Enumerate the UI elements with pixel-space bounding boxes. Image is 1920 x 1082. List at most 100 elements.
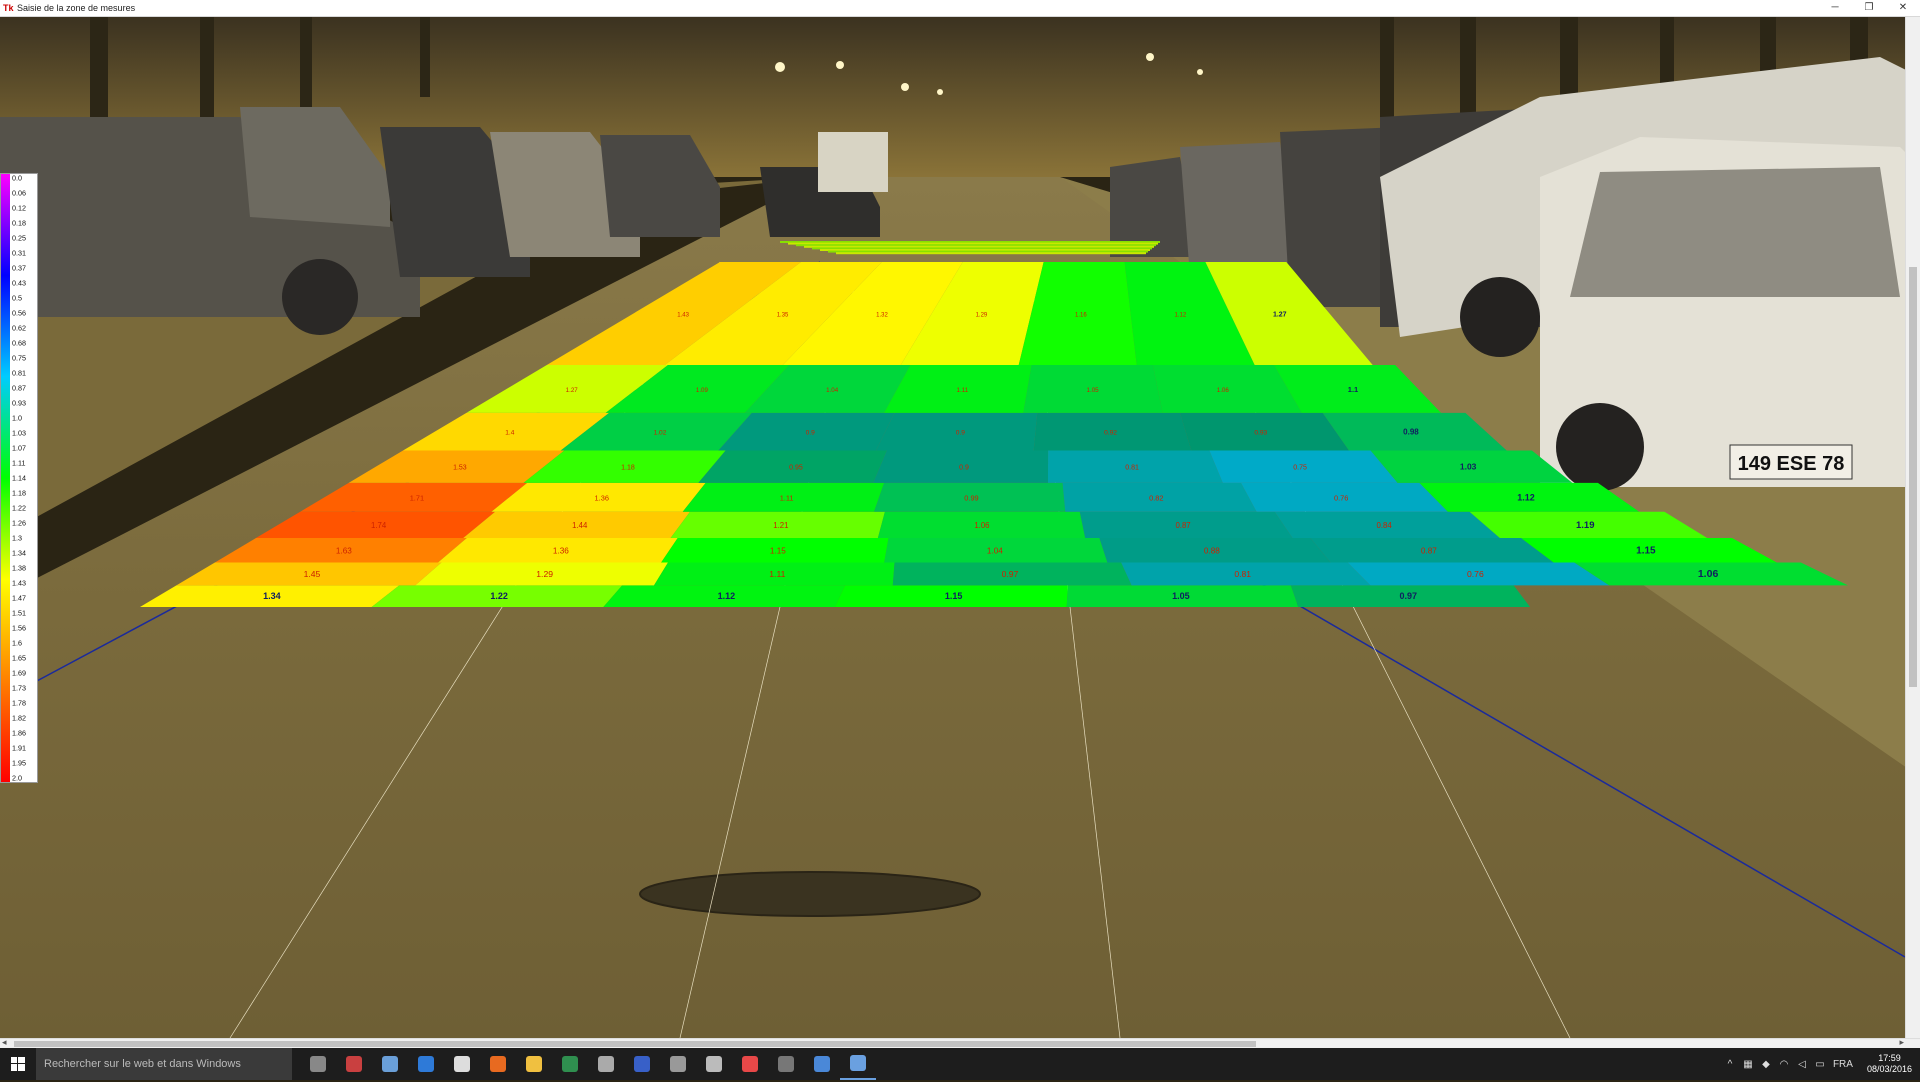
horizontal-scrollbar-thumb[interactable]	[14, 1041, 1256, 1047]
explorer-icon[interactable]	[516, 1048, 552, 1080]
legend-label: 1.38	[12, 563, 26, 573]
heatmap-cell-value: 1.27	[1273, 312, 1287, 319]
heatmap-cell-value: 1.21	[773, 521, 788, 530]
legend-label: 0.93	[12, 398, 26, 408]
task-view-icon[interactable]	[300, 1048, 336, 1080]
tool-app-glyph-icon	[382, 1056, 398, 1072]
legend-label: 1.91	[12, 743, 26, 753]
tray-volume-icon[interactable]: ◁	[1793, 1059, 1811, 1070]
heatmap-cell-value: 1.05	[1087, 387, 1100, 394]
legend-label: 1.0	[12, 413, 22, 423]
paint-icon[interactable]	[732, 1048, 768, 1080]
heatmap-cell-value: 0.9	[959, 465, 969, 472]
heatmap-cell-value: 1.04	[987, 546, 1003, 555]
legend-label: 0.25	[12, 233, 26, 243]
heatmap-cell-value: 0.84	[1377, 521, 1393, 530]
heatmap-cell-value: 1.35	[777, 313, 789, 319]
vertical-scrollbar[interactable]	[1905, 17, 1920, 1038]
task-view-glyph-icon	[310, 1056, 326, 1072]
windows-start-button[interactable]	[0, 1048, 36, 1080]
heatmap-cell-value: 1.09	[696, 387, 709, 394]
tray-network-icon[interactable]: ▦	[1739, 1059, 1757, 1070]
system-tray: ^ ▦ ◆ ◠ ◁ ▭ FRA 17:59 08/03/2016	[1721, 1048, 1912, 1080]
edge-icon[interactable]	[408, 1048, 444, 1080]
heatmap-cell-value: 0.92	[1104, 430, 1117, 437]
close-button[interactable]: ✕	[1886, 0, 1920, 16]
heatmap-cell-value: 1.12	[1174, 313, 1186, 319]
legend-label: 1.03	[12, 428, 26, 438]
safari-glyph-icon	[706, 1056, 722, 1072]
taskbar-clock[interactable]: 17:59 08/03/2016	[1867, 1053, 1912, 1075]
tray-shield-icon[interactable]: ◆	[1757, 1059, 1775, 1070]
printer-icon[interactable]	[660, 1048, 696, 1080]
heatmap-cell-value: 0.97	[1002, 569, 1019, 579]
pdf-app-icon[interactable]	[336, 1048, 372, 1080]
heatmap-cell-value: 0.99	[964, 493, 978, 502]
legend-labels: 0.0 0.06 0.12 0.18 0.25 0.31 0.37 0.43 0.5 0.56 0.…	[10, 173, 37, 783]
vertical-scrollbar-thumb[interactable]	[1909, 267, 1917, 687]
heatmap-cell-value: 1.1	[1348, 385, 1358, 394]
legend-label: 1.26	[12, 518, 26, 528]
heatmap-cell-value: 1.63	[336, 546, 352, 555]
store-icon[interactable]	[444, 1048, 480, 1080]
taskbar-search-input[interactable]: Rechercher sur le web et dans Windows	[36, 1048, 292, 1080]
measurement-canvas[interactable]: 149 ESE 78 1.34 1.22 1.12 1.15 1.05 0.97 1.45 1…	[0, 17, 1920, 1038]
heatmap-cell-value: 1.29	[976, 313, 988, 319]
tray-chevron-icon[interactable]: ^	[1721, 1059, 1739, 1070]
legend-label: 1.34	[12, 548, 26, 558]
legend-label: 1.56	[12, 623, 26, 633]
images-icon[interactable]	[840, 1048, 876, 1080]
tray-message-icon[interactable]: ▭	[1811, 1059, 1829, 1070]
inkscape-icon[interactable]	[588, 1048, 624, 1080]
legend-label: 1.07	[12, 443, 26, 453]
heatmap-cell-value: 1.12	[1517, 492, 1535, 502]
tray-language[interactable]: FRA	[1833, 1059, 1853, 1070]
heatmap-cell-value: 1.22	[490, 591, 508, 601]
images-glyph-icon	[850, 1055, 866, 1071]
tool-app-icon[interactable]	[372, 1048, 408, 1080]
heatmap-cell-value: 1.53	[453, 465, 467, 472]
legend-label: 1.47	[12, 593, 26, 603]
heatmap-cell-value: 1.16	[1075, 313, 1087, 319]
chrome-icon[interactable]	[804, 1048, 840, 1080]
heatmap-cell-value: 1.15	[770, 546, 786, 555]
heatmap-far-band	[836, 252, 1146, 255]
clock-time: 17:59	[1878, 1053, 1901, 1063]
safari-icon[interactable]	[696, 1048, 732, 1080]
visio-glyph-icon	[634, 1056, 650, 1072]
scroll-right-arrow[interactable]: ▸	[1899, 1037, 1904, 1048]
taskbar-apps	[300, 1048, 876, 1080]
heatmap-cell-value: 1.34	[263, 591, 281, 601]
heatmap-cell-value: 1.11	[957, 387, 969, 394]
edge-glyph-icon	[418, 1056, 434, 1072]
tray-wifi-icon[interactable]: ◠	[1775, 1059, 1793, 1070]
scroll-left-arrow[interactable]: ◂	[2, 1037, 7, 1048]
heatmap-cell-value: 1.06	[974, 521, 989, 530]
legend-label: 1.6	[12, 638, 22, 648]
heatmap-cell-value: 0.75	[1293, 465, 1307, 472]
heatmap-cell-value: 1.27	[566, 387, 579, 394]
terminal-icon[interactable]	[768, 1048, 804, 1080]
heatmap-cell-value: 0.81	[1234, 569, 1251, 579]
heatmap-cell-value: 0.87	[1421, 546, 1437, 555]
store-glyph-icon	[454, 1056, 470, 1072]
restore-button[interactable]: ❐	[1852, 0, 1886, 16]
legend-label: 0.43	[12, 278, 26, 288]
heatmap-cell-value: 1.06	[1698, 568, 1719, 580]
clock-date: 08/03/2016	[1866, 1064, 1912, 1074]
minimize-button[interactable]: ─	[1818, 0, 1852, 16]
legend-label: 0.18	[12, 218, 26, 228]
legend-label: 0.12	[12, 203, 26, 213]
heatmap-cell-value: 0.88	[1204, 546, 1220, 555]
printer-glyph-icon	[670, 1056, 686, 1072]
legend-label: 0.68	[12, 338, 26, 348]
excel-icon[interactable]	[552, 1048, 588, 1080]
license-plate-text: 149 ESE 78	[1738, 453, 1845, 475]
visio-icon[interactable]	[624, 1048, 660, 1080]
legend-label: 0.0	[12, 173, 22, 183]
legend-label: 1.95	[12, 758, 26, 768]
firefox-icon[interactable]	[480, 1048, 516, 1080]
heatmap-cell-value: 1.03	[1460, 462, 1477, 472]
heatmap-cell-value: 1.06	[1217, 387, 1230, 394]
heatmap-cell-value: 1.32	[876, 313, 888, 319]
